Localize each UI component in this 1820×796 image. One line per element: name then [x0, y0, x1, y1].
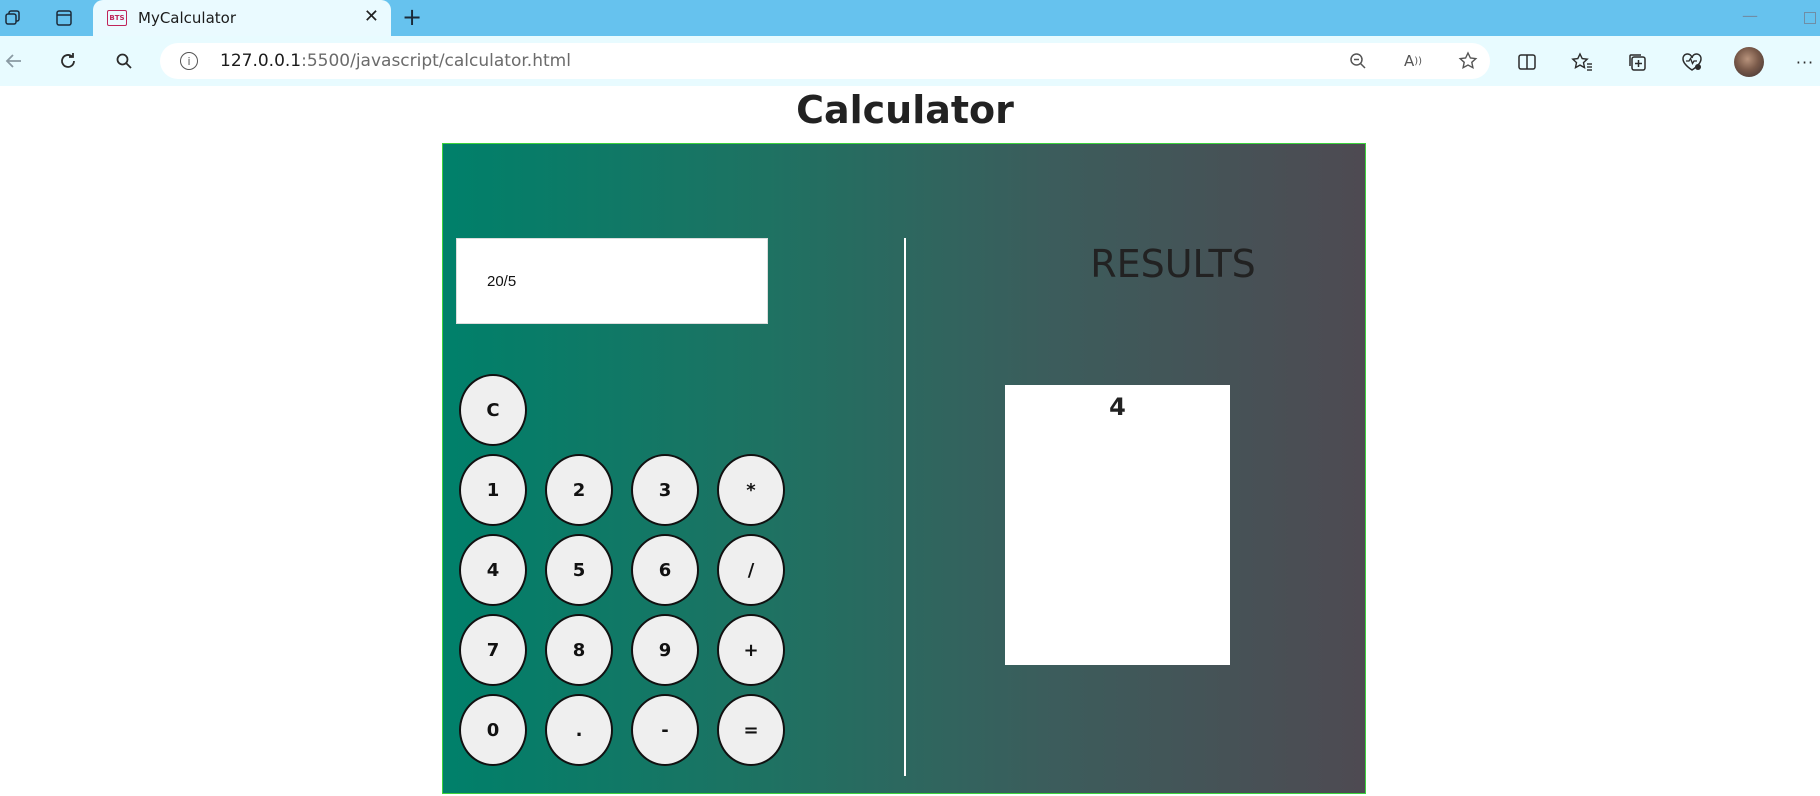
zoom-out-icon[interactable] — [1347, 50, 1369, 72]
key-equals[interactable]: = — [717, 694, 785, 766]
favorites-icon[interactable] — [1569, 49, 1595, 75]
results-heading: RESULTS — [1090, 242, 1256, 286]
key-divide[interactable]: / — [717, 534, 785, 606]
key-5[interactable]: 5 — [545, 534, 613, 606]
collections-icon[interactable] — [1624, 49, 1650, 75]
calculator-container: 20/5 C 1 2 3 * 4 5 6 / 7 8 9 + 0 . - = R… — [442, 143, 1366, 794]
plus-icon[interactable]: + — [402, 4, 422, 30]
url-host: 127.0.0.1 — [220, 51, 302, 71]
page-title: Calculator — [796, 88, 1014, 132]
star-icon[interactable] — [1457, 50, 1479, 72]
tab-title: MyCalculator — [138, 9, 236, 27]
key-decimal[interactable]: . — [545, 694, 613, 766]
read-aloud-icon[interactable]: A)) — [1402, 50, 1424, 72]
url-text[interactable]: 127.0.0.1:5500/javascript/calculator.htm… — [220, 51, 571, 71]
refresh-icon[interactable] — [56, 49, 80, 73]
key-1[interactable]: 1 — [459, 454, 527, 526]
key-3[interactable]: 3 — [631, 454, 699, 526]
browser-toolbar: i 127.0.0.1:5500/javascript/calculator.h… — [0, 36, 1820, 86]
split-screen-icon[interactable] — [1514, 49, 1540, 75]
search-icon[interactable] — [112, 49, 136, 73]
key-7[interactable]: 7 — [459, 614, 527, 686]
key-plus[interactable]: + — [717, 614, 785, 686]
result-box: 4 — [1005, 385, 1230, 665]
close-icon[interactable]: ✕ — [364, 8, 379, 26]
url-path: :5500/javascript/calculator.html — [301, 51, 571, 71]
address-bar[interactable]: i 127.0.0.1:5500/javascript/calculator.h… — [160, 43, 1490, 79]
key-8[interactable]: 8 — [545, 614, 613, 686]
tab-actions-icon[interactable] — [53, 7, 75, 29]
avatar[interactable] — [1734, 47, 1764, 77]
clear-button[interactable]: C — [459, 374, 527, 446]
calculator-display[interactable]: 20/5 — [456, 238, 768, 324]
display-value: 20/5 — [487, 273, 517, 290]
panel-divider — [904, 238, 906, 776]
back-arrow-icon[interactable] — [2, 49, 26, 73]
maximize-icon[interactable] — [1804, 12, 1816, 24]
browser-tab-strip: BTS MyCalculator ✕ + — — [0, 0, 1820, 36]
result-value: 4 — [1109, 393, 1126, 421]
heart-pulse-icon[interactable] — [1679, 49, 1705, 75]
key-multiply[interactable]: * — [717, 454, 785, 526]
workspaces-icon[interactable] — [2, 7, 24, 29]
key-9[interactable]: 9 — [631, 614, 699, 686]
key-6[interactable]: 6 — [631, 534, 699, 606]
key-minus[interactable]: - — [631, 694, 699, 766]
key-2[interactable]: 2 — [545, 454, 613, 526]
key-0[interactable]: 0 — [459, 694, 527, 766]
info-icon[interactable]: i — [180, 52, 198, 70]
tab-favicon: BTS — [107, 10, 127, 26]
key-4[interactable]: 4 — [459, 534, 527, 606]
tab-mycalculator[interactable]: BTS MyCalculator ✕ — [93, 0, 391, 36]
minimize-icon[interactable]: — — [1742, 6, 1758, 25]
more-icon[interactable]: ··· — [1792, 49, 1818, 75]
